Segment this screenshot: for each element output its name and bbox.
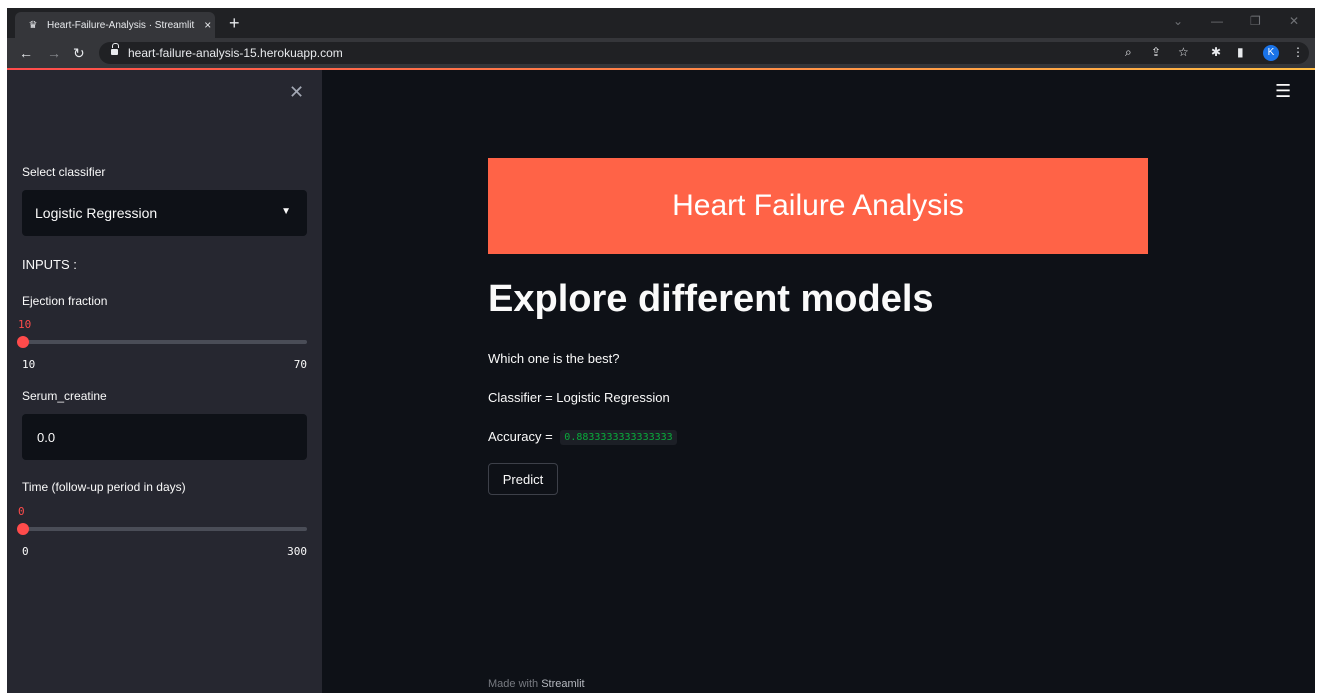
footer-text: Made with Streamlit xyxy=(488,678,585,690)
window-close-icon[interactable]: ✕ xyxy=(1289,14,1299,28)
predict-button[interactable]: Predict xyxy=(488,463,558,495)
slider-thumb[interactable] xyxy=(17,523,29,535)
hamburger-menu-icon[interactable]: ☰ xyxy=(1275,81,1291,102)
slider-track[interactable] xyxy=(22,527,307,531)
slider-track[interactable] xyxy=(22,340,307,344)
tab-bar: ♛ Heart-Failure-Analysis · Streamlit × +… xyxy=(7,8,1315,38)
classifier-label: Select classifier xyxy=(22,165,106,179)
page-heading: Explore different models xyxy=(488,278,934,320)
banner-title: Heart Failure Analysis xyxy=(672,189,964,222)
classifier-text: Classifier = Logistic Regression xyxy=(488,390,670,405)
restore-icon[interactable]: ❐ xyxy=(1250,14,1261,28)
side-panel-icon[interactable]: ▮ xyxy=(1237,45,1244,59)
sidebar: ✕ Select classifier Logistic Regression … xyxy=(7,70,322,693)
browser-tab[interactable]: ♛ Heart-Failure-Analysis · Streamlit × xyxy=(15,12,215,38)
classifier-selected-value: Logistic Regression xyxy=(35,205,158,221)
ejection-fraction-slider[interactable]: 10 10 70 xyxy=(17,318,307,378)
classifier-select[interactable]: Logistic Regression ▼ xyxy=(22,190,307,236)
title-banner: Heart Failure Analysis xyxy=(488,158,1148,254)
browser-window: ♛ Heart-Failure-Analysis · Streamlit × +… xyxy=(7,8,1315,693)
slider-thumb[interactable] xyxy=(17,336,29,348)
slider-min: 10 xyxy=(22,358,36,371)
minimize-icon[interactable]: — xyxy=(1211,14,1223,28)
streamlit-link[interactable]: Streamlit xyxy=(541,678,584,690)
url-omnibox[interactable]: heart-failure-analysis-15.herokuapp.com … xyxy=(99,42,1309,64)
serum-creatine-input[interactable] xyxy=(22,414,307,460)
accuracy-line: Accuracy = 0.8833333333333333 xyxy=(488,429,677,446)
ejection-fraction-label: Ejection fraction xyxy=(22,294,108,308)
close-sidebar-icon[interactable]: ✕ xyxy=(289,82,304,103)
subtitle-text: Which one is the best? xyxy=(488,351,620,366)
kebab-menu-icon[interactable]: ⋮ xyxy=(1292,45,1304,59)
accuracy-label: Accuracy = xyxy=(488,429,553,444)
time-label: Time (follow-up period in days) xyxy=(22,480,186,494)
time-slider[interactable]: 0 0 300 xyxy=(17,505,307,565)
zoom-icon[interactable]: ⌕ xyxy=(1125,45,1132,60)
tab-search-icon[interactable]: ⌄ xyxy=(1173,14,1183,28)
profile-avatar[interactable]: K xyxy=(1263,45,1279,61)
reload-icon[interactable]: ↻ xyxy=(73,44,85,62)
ejection-current-value: 10 xyxy=(18,318,32,331)
tab-title: Heart-Failure-Analysis · Streamlit xyxy=(47,19,195,31)
url-text[interactable]: heart-failure-analysis-15.herokuapp.com xyxy=(128,46,343,60)
back-arrow-icon[interactable]: ← xyxy=(19,44,33,62)
serum-creatine-label: Serum_creatine xyxy=(22,389,107,403)
footer-prefix: Made with xyxy=(488,678,539,690)
address-bar: ← → ↻ heart-failure-analysis-15.herokuap… xyxy=(7,38,1315,68)
slider-max: 300 xyxy=(287,545,307,558)
puzzle-icon[interactable]: ✱ xyxy=(1211,45,1221,59)
slider-max: 70 xyxy=(293,358,307,371)
new-tab-button[interactable]: + xyxy=(229,13,240,33)
caret-down-icon: ▼ xyxy=(281,206,291,217)
forward-arrow-icon[interactable]: → xyxy=(47,44,61,62)
inputs-heading: INPUTS : xyxy=(22,257,77,272)
time-current-value: 0 xyxy=(18,505,25,518)
share-icon[interactable]: ⇪ xyxy=(1151,45,1161,59)
accuracy-value: 0.8833333333333333 xyxy=(560,430,677,446)
lock-icon xyxy=(111,43,119,55)
streamlit-crown-icon: ♛ xyxy=(28,19,38,31)
tab-close-icon[interactable]: × xyxy=(204,18,211,32)
slider-min: 0 xyxy=(22,545,29,558)
star-icon[interactable]: ☆ xyxy=(1178,45,1189,59)
